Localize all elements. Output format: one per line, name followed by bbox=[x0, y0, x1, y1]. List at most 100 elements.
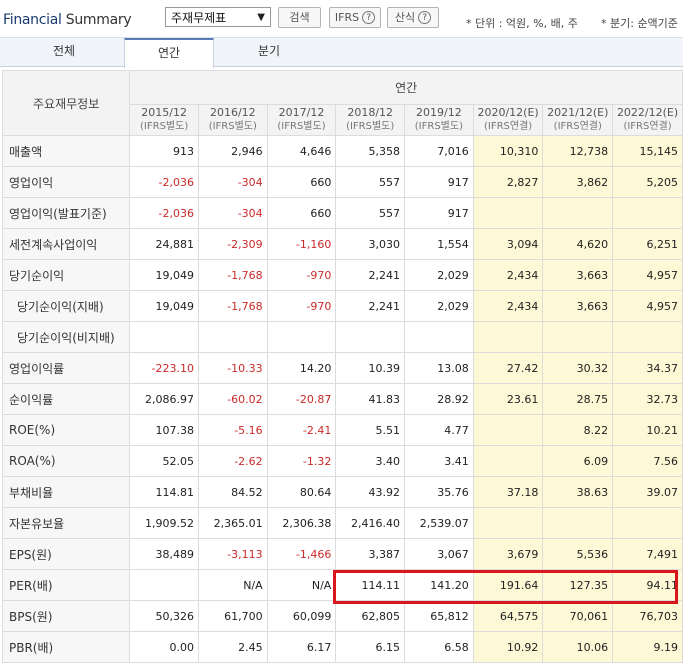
table-cell: 660 bbox=[266, 197, 337, 229]
table-cell: 10.06 bbox=[542, 631, 614, 663]
formula-label: 산식 bbox=[394, 11, 416, 24]
table-cell bbox=[542, 321, 614, 353]
page-title: Financial Summary bbox=[3, 12, 132, 28]
row-label[interactable]: 영업이익 bbox=[1, 166, 131, 198]
table-cell: 913 bbox=[129, 135, 199, 167]
table-cell: 6.15 bbox=[335, 631, 406, 663]
table-cell bbox=[197, 321, 268, 353]
table-cell: 6.09 bbox=[542, 445, 614, 477]
formula-help-button[interactable]: 산식? bbox=[387, 7, 439, 28]
column-basis: (IFRS별도) bbox=[346, 121, 395, 132]
chevron-down-icon: ▼ bbox=[257, 12, 265, 23]
column-period: 2016/12 bbox=[209, 106, 256, 119]
table-cell: 4,620 bbox=[542, 228, 614, 260]
table-cell: 1,554 bbox=[404, 228, 474, 260]
table-cell: 43.92 bbox=[335, 476, 406, 508]
table-cell: 1,909.52 bbox=[129, 507, 199, 539]
search-button[interactable]: 검색 bbox=[278, 7, 321, 28]
row-label[interactable]: 영업이익률 bbox=[1, 352, 131, 384]
table-cell: 28.75 bbox=[542, 383, 614, 415]
statement-type-value: 주재무제표 bbox=[171, 11, 227, 25]
period-note: * 분기: 순액기준 bbox=[601, 17, 678, 30]
row-label[interactable]: ROA(%) bbox=[1, 445, 131, 477]
table-cell: 10.39 bbox=[335, 352, 406, 384]
table-cell: 2,827 bbox=[472, 166, 544, 198]
row-label[interactable]: 부채비율 bbox=[1, 476, 131, 508]
row-label[interactable]: EPS(원) bbox=[1, 538, 131, 570]
tab-all[interactable]: 전체 bbox=[4, 38, 124, 67]
table-cell: 84.52 bbox=[197, 476, 268, 508]
column-period: 2021/12(E) bbox=[547, 106, 609, 119]
row-label[interactable]: PBR(배) bbox=[1, 631, 131, 663]
table-cell: 38,489 bbox=[129, 538, 199, 570]
table-cell: 35.76 bbox=[404, 476, 474, 508]
tab-quarterly[interactable]: 분기 bbox=[214, 38, 324, 67]
table-cell: 76,703 bbox=[612, 600, 683, 632]
table-cell: 5,205 bbox=[612, 166, 683, 198]
row-label[interactable]: 자본유보율 bbox=[1, 507, 131, 539]
table-cell: 32.73 bbox=[612, 383, 683, 415]
table-cell: -1,466 bbox=[266, 538, 337, 570]
question-icon: ? bbox=[362, 11, 376, 24]
table-cell: 2,029 bbox=[404, 290, 474, 322]
table-cell: 80.64 bbox=[266, 476, 337, 508]
column-basis: (IFRS별도) bbox=[277, 121, 326, 132]
table-cell bbox=[612, 507, 683, 539]
row-label[interactable]: 당기순이익(지배) bbox=[1, 290, 131, 322]
table-cell: 3,679 bbox=[472, 538, 544, 570]
table-row: 영업이익(발표기준) -2,036 -304 660 557 917 bbox=[1, 197, 683, 229]
row-label[interactable]: 당기순이익 bbox=[1, 259, 131, 291]
column-header: 2022/12(E) (IFRS연결) bbox=[612, 104, 683, 136]
column-period: 2018/12 bbox=[347, 106, 394, 119]
statement-type-select[interactable]: 주재무제표 ▼ bbox=[165, 7, 271, 27]
row-label[interactable]: 세전계속사업이익 bbox=[1, 228, 131, 260]
table-cell: 94.11 bbox=[612, 569, 683, 601]
table-cell: -970 bbox=[266, 290, 337, 322]
row-label[interactable]: 순이익률 bbox=[1, 383, 131, 415]
table-cell: 114.11 bbox=[335, 569, 406, 601]
table-row: ROE(%) 107.38 -5.16 -2.41 5.51 4.77 8.22 10.21 bbox=[1, 414, 683, 446]
ifrs-help-button[interactable]: IFRS? bbox=[329, 7, 381, 28]
row-label[interactable]: 매출액 bbox=[1, 135, 131, 167]
table-cell: N/A bbox=[197, 569, 268, 601]
table-cell: 2.45 bbox=[197, 631, 268, 663]
table-row: 영업이익률 -223.10 -10.33 14.20 10.39 13.08 27.42 30… bbox=[1, 352, 683, 384]
top-bar: Financial Summary 주재무제표 ▼ 검색 IFRS? 산식? *… bbox=[0, 0, 683, 36]
table-cell bbox=[612, 197, 683, 229]
table-cell: 4,957 bbox=[612, 259, 683, 291]
table-cell: 3.40 bbox=[335, 445, 406, 477]
table-row: 부채비율 114.81 84.52 80.64 43.92 35.76 37.18 38.63… bbox=[1, 476, 683, 508]
table-cell: 3,663 bbox=[542, 290, 614, 322]
header-corner: 주요재무정보 bbox=[1, 70, 131, 136]
table-cell: 7,491 bbox=[612, 538, 683, 570]
row-label[interactable]: PER(배) bbox=[1, 569, 131, 601]
table-cell: 23.61 bbox=[472, 383, 544, 415]
table-cell: 3,094 bbox=[472, 228, 544, 260]
row-label[interactable]: 당기순이익(비지배) bbox=[1, 321, 131, 353]
table-cell: 141.20 bbox=[404, 569, 474, 601]
table-cell: 13.08 bbox=[404, 352, 474, 384]
table-cell: 5,358 bbox=[335, 135, 406, 167]
table-cell: 191.64 bbox=[472, 569, 544, 601]
table-cell: 60,099 bbox=[266, 600, 337, 632]
row-label[interactable]: 영업이익(발표기준) bbox=[1, 197, 131, 229]
table-cell: 64,575 bbox=[472, 600, 544, 632]
tab-annual[interactable]: 연간 bbox=[124, 38, 214, 68]
table-cell: 2,434 bbox=[472, 259, 544, 291]
column-header: 2016/12 (IFRS별도) bbox=[197, 104, 268, 136]
row-label[interactable]: BPS(원) bbox=[1, 600, 131, 632]
row-label[interactable]: ROE(%) bbox=[1, 414, 131, 446]
column-period: 2020/12(E) bbox=[477, 106, 539, 119]
table-cell: 3,030 bbox=[335, 228, 406, 260]
table-cell: 9.19 bbox=[612, 631, 683, 663]
table-cell: 3,067 bbox=[404, 538, 474, 570]
column-basis: (IFRS별도) bbox=[140, 121, 189, 132]
table-cell: 660 bbox=[266, 166, 337, 198]
table-cell: 0.00 bbox=[129, 631, 199, 663]
table-cell: -2,309 bbox=[197, 228, 268, 260]
table-cell: 30.32 bbox=[542, 352, 614, 384]
table-row: ROA(%) 52.05 -2.62 -1.32 3.40 3.41 6.09 7.56 bbox=[1, 445, 683, 477]
table-cell bbox=[542, 197, 614, 229]
column-basis: (IFRS별도) bbox=[208, 121, 257, 132]
table-cell: 38.63 bbox=[542, 476, 614, 508]
